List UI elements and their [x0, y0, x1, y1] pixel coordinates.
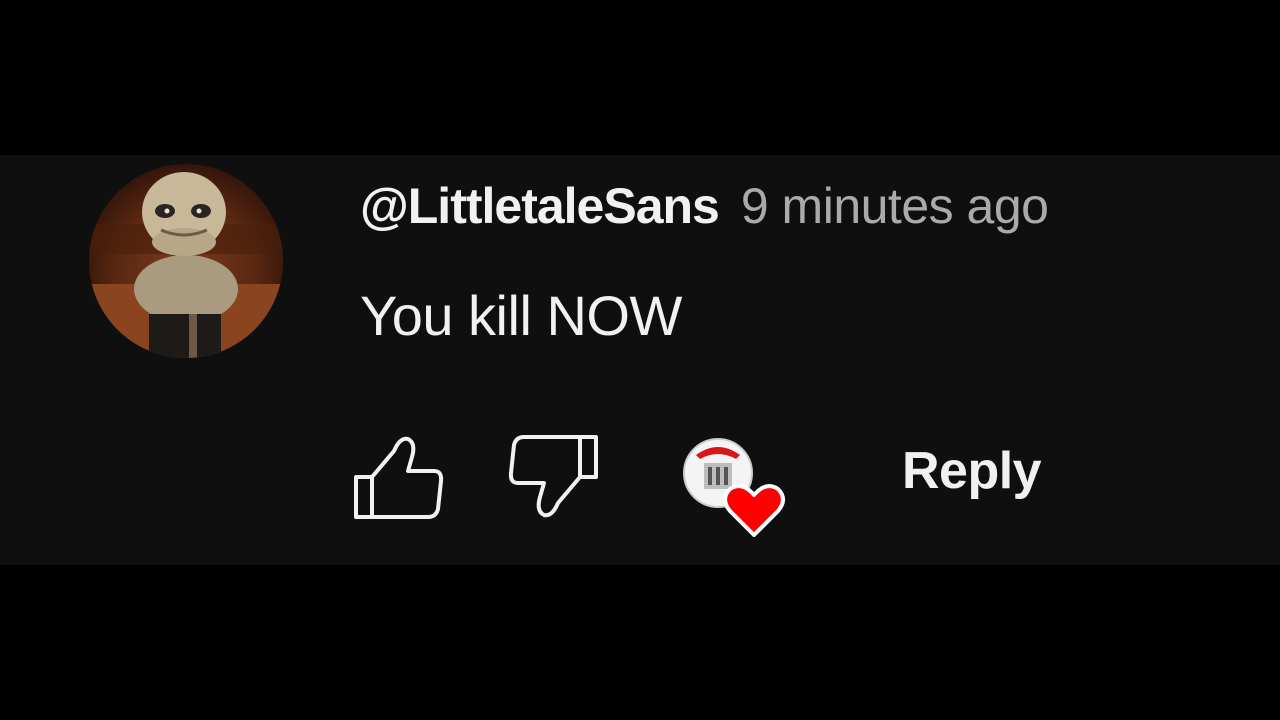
creator-heart-icon: [683, 438, 785, 537]
comment-header: @LittletaleSans 9 minutes ago: [360, 177, 1049, 235]
creator-heart-badge[interactable]: [682, 437, 788, 537]
comment-card: @LittletaleSans 9 minutes ago You kill N…: [0, 155, 1280, 565]
reply-button[interactable]: Reply: [902, 441, 1042, 501]
comment-text: You kill NOW: [360, 284, 682, 347]
thumb-up-icon: [354, 436, 444, 519]
thumb-down-icon: [508, 435, 598, 518]
like-button[interactable]: [352, 433, 446, 521]
timestamp[interactable]: 9 minutes ago: [741, 177, 1049, 235]
avatar-image: [89, 164, 283, 358]
dislike-button[interactable]: [506, 433, 600, 521]
avatar[interactable]: [89, 164, 283, 358]
author-name[interactable]: @LittletaleSans: [360, 177, 720, 235]
